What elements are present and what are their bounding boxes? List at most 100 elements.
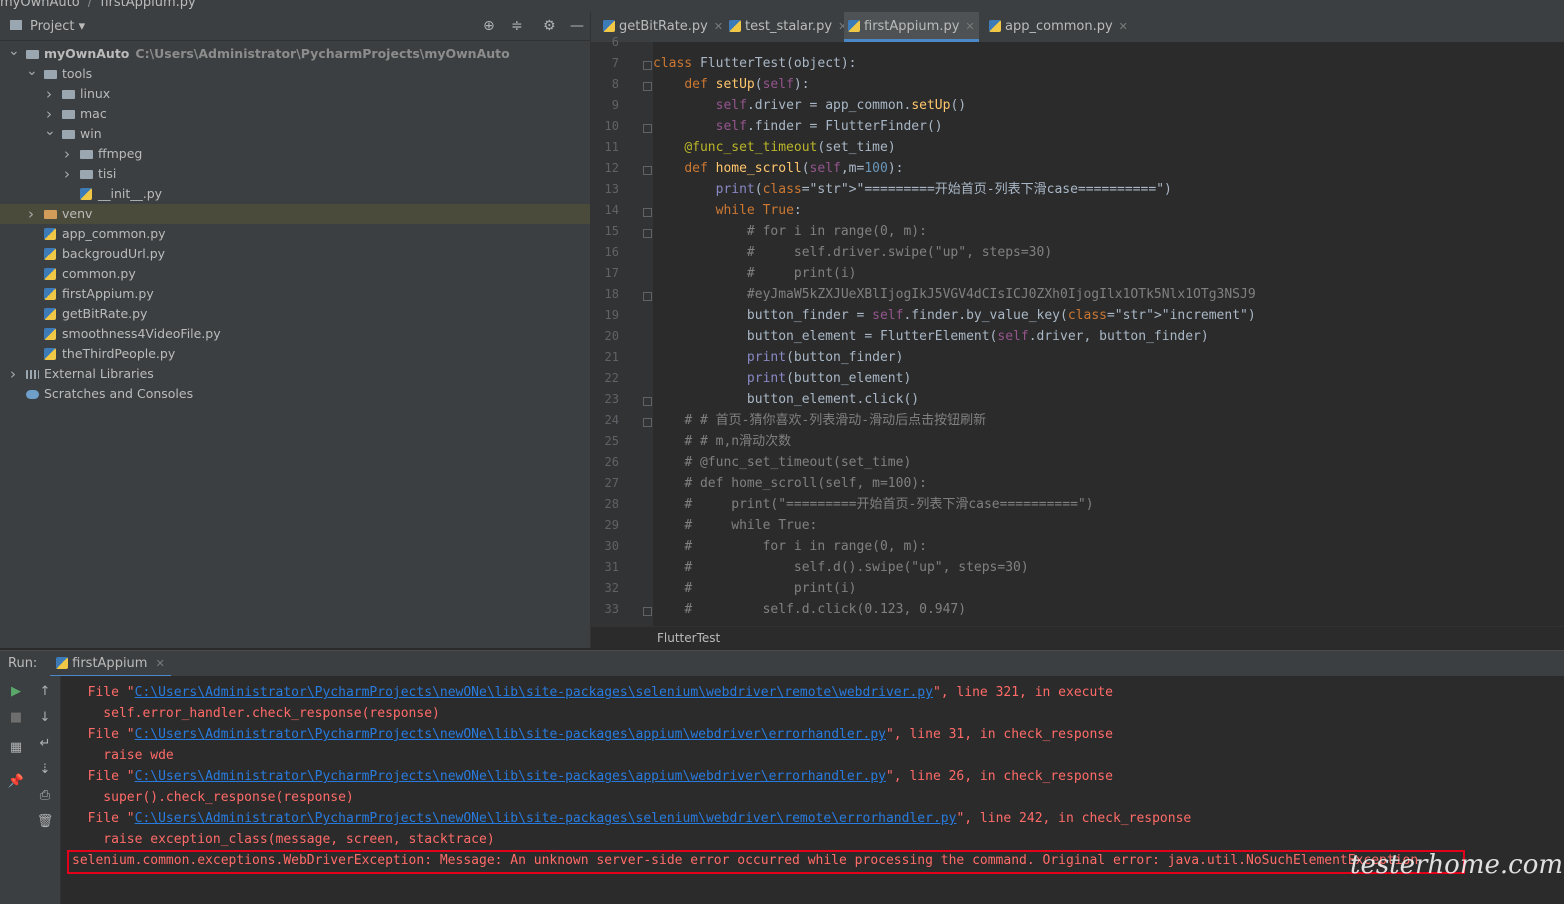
collapse-icon[interactable]: ≑ [511, 18, 523, 34]
python-file-icon [44, 288, 56, 300]
line-number: 9 [611, 98, 619, 112]
code-line: # self.d().swipe("up", steps=30) [684, 560, 1029, 575]
chevron-right-icon[interactable]: › [8, 364, 18, 384]
line-number: 26 [604, 455, 619, 469]
tab-test_stalar-py[interactable]: test_stalar.py ✕ [725, 12, 851, 42]
close-icon[interactable]: ✕ [156, 657, 165, 670]
library-icon [26, 370, 39, 379]
line-number: 28 [604, 497, 619, 511]
error-highlight-box [67, 850, 1465, 874]
code-editor[interactable]: class FlutterTest(object): def setUp(sel… [653, 42, 1564, 626]
python-file-icon [44, 248, 56, 260]
tree-item[interactable]: › venv [0, 204, 590, 224]
scroll-to-end-icon[interactable]: ⇣ [36, 762, 54, 777]
run-tab[interactable]: firstAppium ✕ [50, 651, 171, 677]
pin-icon[interactable]: 📌 [7, 774, 25, 789]
tree-item-label: common.py [62, 266, 136, 281]
breadcrumb-file[interactable]: firstAppium.py [100, 0, 195, 9]
rerun-icon[interactable]: ▶ [7, 684, 25, 699]
tree-item[interactable]: theThirdPeople.py [0, 344, 590, 364]
fold-marker-icon[interactable] [643, 166, 652, 175]
close-icon[interactable]: ✕ [714, 20, 723, 33]
tree-item[interactable]: common.py [0, 264, 590, 284]
tree-item[interactable]: smoothness4VideoFile.py [0, 324, 590, 344]
console-line: self.error_handler.check_response(respon… [72, 703, 440, 724]
console-line: super().check_response(response) [72, 787, 353, 808]
folder-icon [44, 70, 57, 79]
chevron-right-icon[interactable]: › [44, 84, 54, 104]
fold-marker-icon[interactable] [643, 61, 652, 70]
console-text: raise wde [72, 748, 174, 763]
close-icon[interactable]: ✕ [965, 20, 974, 33]
fold-marker-icon[interactable] [643, 397, 652, 406]
line-number: 11 [604, 140, 619, 154]
tree-item[interactable]: › linux [0, 84, 590, 104]
tree-item-label: backgroudUrl.py [62, 246, 166, 261]
editor-breadcrumb-class[interactable]: FlutterTest [657, 631, 720, 645]
tree-item[interactable]: ⌄ win [0, 121, 590, 144]
tree-item-label: firstAppium.py [62, 286, 154, 301]
code-line: print(class="str">"=========开始首页-列表下滑cas… [715, 182, 1172, 197]
fold-marker-icon[interactable] [643, 418, 652, 427]
console-file-link[interactable]: C:\Users\Administrator\PycharmProjects\n… [135, 727, 886, 742]
chevron-down-icon[interactable]: ⌄ [44, 121, 56, 141]
fold-marker-icon[interactable] [643, 292, 652, 301]
breadcrumb-separator: / [87, 0, 93, 10]
tree-item-label: External Libraries [44, 366, 154, 381]
line-number: 21 [604, 350, 619, 364]
tree-item[interactable]: ⌄ myOwnAuto C:\Users\Administrator\Pycharm… [0, 41, 590, 64]
chevron-down-icon[interactable]: ⌄ [8, 41, 20, 61]
tree-item[interactable]: ⌄ tools [0, 61, 590, 84]
code-line: # @func_set_timeout(set_time) [684, 455, 912, 470]
chevron-right-icon[interactable]: › [62, 164, 72, 184]
minimize-icon[interactable]: — [570, 18, 584, 34]
code-line: def home_scroll(self,m=100): [684, 161, 904, 176]
folder-icon [80, 170, 93, 179]
close-icon[interactable]: ✕ [1119, 20, 1128, 33]
tab-firstAppium-py[interactable]: firstAppium.py ✕ [844, 12, 979, 42]
breadcrumb-project[interactable]: myOwnAuto [0, 0, 80, 9]
chevron-right-icon[interactable]: › [26, 204, 36, 224]
console-file-link[interactable]: C:\Users\Administrator\PycharmProjects\n… [135, 685, 933, 700]
editor-breadcrumb-bar: FlutterTest [591, 626, 1564, 649]
fold-marker-icon[interactable] [643, 208, 652, 217]
console-file-link[interactable]: C:\Users\Administrator\PycharmProjects\n… [135, 769, 886, 784]
chevron-right-icon[interactable]: › [62, 144, 72, 164]
tree-item[interactable]: › tisi [0, 164, 590, 184]
fold-marker-icon[interactable] [643, 124, 652, 133]
trash-icon[interactable]: 🗑 [36, 814, 54, 829]
fold-marker-icon[interactable] [643, 607, 652, 616]
console-text: self.error_handler.check_response(respon… [72, 706, 440, 721]
tree-item[interactable]: firstAppium.py [0, 284, 590, 304]
project-view-selector[interactable]: Project ▾ [30, 19, 85, 34]
down-arrow-icon[interactable]: ↓ [36, 710, 54, 725]
layout-icon[interactable]: ▦ [7, 740, 25, 755]
tree-item[interactable]: Scratches and Consoles [0, 384, 590, 404]
locate-icon[interactable]: ⊕ [483, 18, 495, 34]
tree-item[interactable]: › External Libraries [0, 364, 590, 384]
line-number: 25 [604, 434, 619, 448]
print-icon[interactable]: ⎙ [36, 788, 54, 803]
code-line: # print(i) [684, 581, 857, 596]
gear-icon[interactable]: ⚙ [543, 18, 556, 34]
tree-item[interactable]: › ffmpeg [0, 144, 590, 164]
tree-item[interactable]: getBitRate.py [0, 304, 590, 324]
fold-marker-icon[interactable] [643, 229, 652, 238]
soft-wrap-icon[interactable]: ↵ [36, 736, 54, 751]
fold-marker-icon[interactable] [643, 82, 652, 91]
chevron-down-icon[interactable]: ⌄ [26, 61, 38, 81]
tree-item[interactable]: app_common.py [0, 224, 590, 244]
console-file-link[interactable]: C:\Users\Administrator\PycharmProjects\n… [135, 811, 957, 826]
tree-item[interactable]: › mac [0, 104, 590, 124]
project-panel: Project ▾ ⊕ ≑ ⚙ — ⌄ myOwnAuto C:\Users\Adm… [0, 12, 591, 648]
folder-icon [80, 150, 93, 159]
stop-icon[interactable]: ■ [7, 710, 25, 725]
tree-item[interactable]: __init__.py [0, 184, 590, 204]
tree-item[interactable]: backgroudUrl.py [0, 244, 590, 264]
code-line: print(button_finder) [746, 350, 904, 365]
tree-item-label: venv [62, 206, 93, 221]
up-arrow-icon[interactable]: ↑ [36, 684, 54, 699]
code-line: while True: [715, 203, 802, 218]
tab-app_common-py[interactable]: app_common.py ✕ [985, 12, 1132, 42]
scratches-icon [26, 390, 39, 399]
